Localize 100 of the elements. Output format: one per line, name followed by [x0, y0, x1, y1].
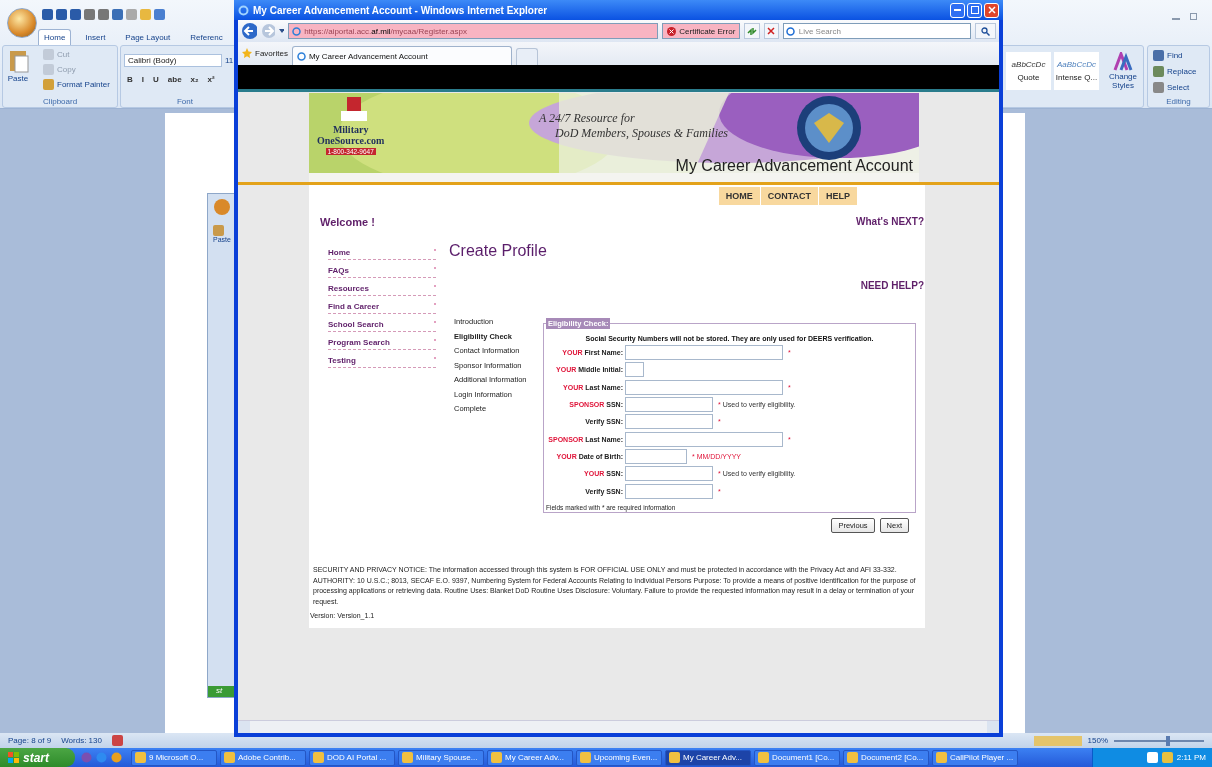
favorites-button[interactable]: Favorites	[242, 43, 288, 63]
whats-next-link[interactable]: What's NEXT?	[856, 216, 924, 228]
clipboard-action[interactable]: Format Painter	[57, 80, 110, 89]
minimize-icon	[954, 9, 961, 11]
format-button[interactable]: B	[124, 75, 136, 84]
taskbar-item[interactable]: Adobe Contrib...	[220, 749, 306, 766]
text-input[interactable]	[625, 362, 644, 378]
stop-button[interactable]	[763, 23, 779, 39]
quick-launch-icon[interactable]	[81, 752, 92, 763]
text-input[interactable]	[625, 414, 713, 430]
toolbar-icon[interactable]	[112, 9, 123, 20]
change-styles-button[interactable]: Change Styles	[1106, 72, 1140, 90]
office-button[interactable]	[7, 8, 37, 38]
restore-icon[interactable]	[1190, 12, 1198, 20]
format-button[interactable]: I	[138, 75, 147, 84]
browser-tab[interactable]: My Career Advancement Account	[291, 46, 512, 65]
nav-link[interactable]: HELP	[819, 187, 858, 205]
ribbon-tab[interactable]: Page Layout	[119, 29, 177, 45]
text-input[interactable]	[625, 466, 713, 482]
taskbar-item[interactable]: CallPilot Player ...	[932, 749, 1018, 766]
tray-icon[interactable]	[1146, 752, 1158, 763]
styles-icon	[1113, 52, 1133, 72]
sidebar-link[interactable]: School Search	[328, 320, 384, 329]
tool-icon	[1153, 82, 1164, 93]
toolbar-icon[interactable]	[42, 9, 53, 20]
start-button[interactable]: st	[208, 686, 234, 697]
paste-icon[interactable]	[7, 48, 29, 74]
search-field[interactable]: Live Search	[782, 23, 971, 39]
quick-launch-icon[interactable]	[111, 752, 122, 763]
text-input[interactable]	[625, 448, 687, 464]
office-button[interactable]	[214, 199, 230, 215]
toolbar-icon[interactable]	[98, 9, 109, 20]
app-icon	[491, 752, 502, 763]
app-icon	[758, 752, 769, 763]
new-tab-button[interactable]	[515, 48, 538, 65]
stop-icon	[767, 27, 776, 35]
sidebar-link[interactable]: Resources	[328, 284, 369, 293]
taskbar-item[interactable]: Upcoming Even...	[576, 749, 662, 766]
proofing-icon[interactable]	[111, 735, 123, 746]
toolbar-icon[interactable]	[126, 9, 137, 20]
style-preset[interactable]: AaBbCcDc Intense Q...	[1054, 52, 1099, 90]
text-input[interactable]	[625, 345, 783, 361]
logo-text: OneSource.com	[317, 135, 385, 146]
sidebar-link[interactable]: Testing	[328, 356, 356, 365]
sidebar-link[interactable]: Home	[328, 248, 351, 257]
taskbar-item[interactable]: Document1 [Co...	[754, 749, 840, 766]
search-engine-icon	[785, 26, 795, 36]
text-input[interactable]	[625, 379, 783, 395]
maximize-button[interactable]	[967, 2, 982, 18]
taskbar-item[interactable]: DOD AI Portal ...	[309, 749, 395, 766]
taskbar-item[interactable]: My Career Adv...	[487, 749, 573, 766]
paste-icon[interactable]	[213, 225, 224, 236]
format-button[interactable]: U	[150, 75, 162, 84]
toolbar-icon[interactable]	[154, 9, 165, 20]
taskbar-item[interactable]: Document2 [Co...	[843, 749, 929, 766]
format-button[interactable]: abe	[164, 75, 185, 84]
editing-action[interactable]: Select	[1167, 83, 1190, 92]
taskbar-item[interactable]: 9 Microsoft O...	[131, 749, 217, 766]
text-input[interactable]	[625, 431, 783, 447]
refresh-button[interactable]	[744, 23, 760, 39]
sidebar-link[interactable]: FAQs	[328, 266, 349, 275]
taskbar-item[interactable]: My Career Adv...	[665, 749, 751, 766]
editing-action[interactable]: Find	[1167, 51, 1183, 60]
toolbar-icon[interactable]	[84, 9, 95, 20]
search-button[interactable]	[974, 23, 997, 39]
slider-thumb[interactable]	[1166, 735, 1170, 746]
app-icon	[313, 752, 324, 763]
need-help-link[interactable]: NEED HELP?	[860, 280, 924, 291]
tool-icon	[43, 64, 54, 75]
font-size-field[interactable]: 11	[225, 56, 234, 65]
editing-action[interactable]: Replace	[1167, 67, 1197, 76]
format-button[interactable]: x₂	[187, 75, 202, 84]
nav-link[interactable]: HOME	[718, 187, 761, 205]
tray-icon[interactable]	[1161, 752, 1173, 763]
minimize-button[interactable]	[950, 2, 965, 18]
nav-link[interactable]: CONTACT	[760, 187, 819, 205]
ribbon-tab[interactable]: Home	[38, 29, 72, 45]
toolbar-icon[interactable]	[56, 9, 67, 20]
text-input[interactable]	[625, 397, 713, 413]
paste-button[interactable]: Paste	[7, 74, 29, 83]
style-preset[interactable]: aBbCcDc Quote	[1006, 52, 1051, 90]
certificate-error-button[interactable]: Certificate Error	[662, 23, 741, 39]
text-input[interactable]	[625, 483, 713, 499]
view-buttons-icon[interactable]	[1033, 735, 1082, 746]
sidebar-link[interactable]: Program Search	[328, 338, 390, 347]
taskbar-item[interactable]: Military Spouse...	[398, 749, 484, 766]
back-button[interactable]	[241, 22, 257, 40]
caret-icon[interactable]	[278, 29, 285, 33]
address-field[interactable]: https://aiportal.acc.af.mil/mycaa/Register.aspx	[288, 23, 659, 39]
quick-launch-icon[interactable]	[96, 752, 107, 763]
start-button[interactable]: start	[0, 748, 75, 767]
font-family-field[interactable]: Calibri (Body)	[124, 54, 222, 67]
format-button[interactable]: x²	[204, 75, 218, 84]
app-icon	[580, 752, 591, 763]
sidebar-link[interactable]: Find a Career	[328, 302, 380, 311]
close-button[interactable]	[984, 2, 999, 18]
toolbar-icon[interactable]	[70, 9, 81, 20]
ribbon-tab[interactable]: Referenc	[184, 29, 229, 45]
ribbon-tab[interactable]: Insert	[79, 29, 112, 45]
group-title: Editing	[1165, 97, 1192, 106]
